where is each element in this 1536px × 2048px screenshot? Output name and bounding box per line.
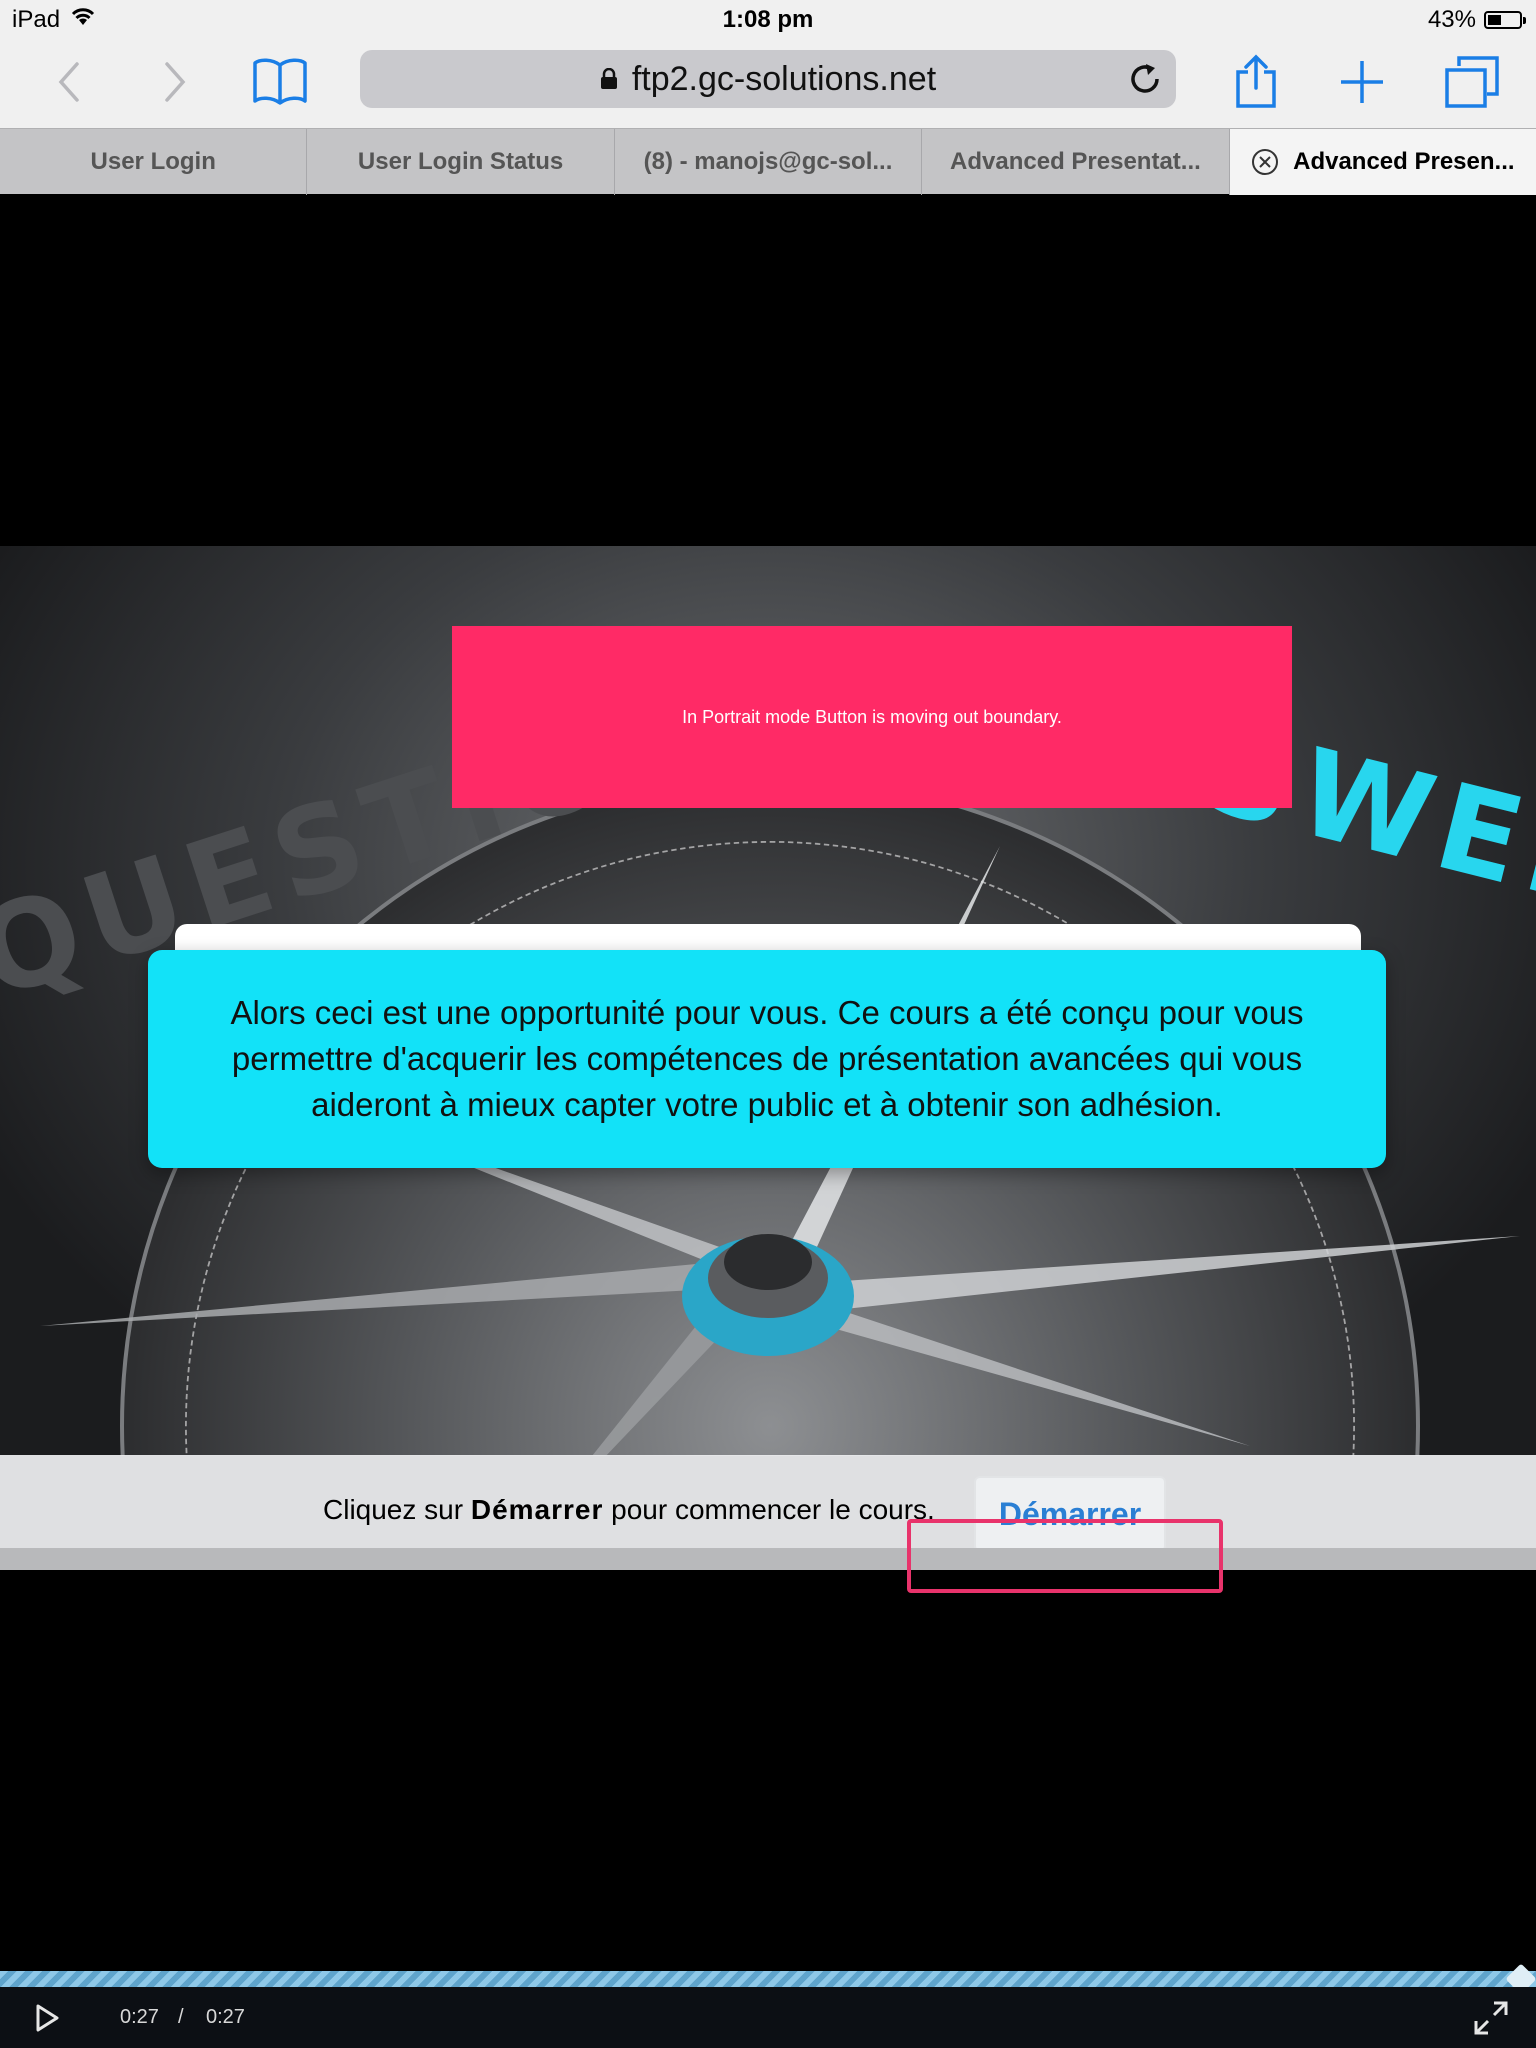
- status-right: 43%: [1427, 6, 1526, 34]
- course-slide: QUESTIONS ANSWERS In Portrait mode Butto…: [0, 546, 1536, 1456]
- bug-highlight-rectangle: [907, 1519, 1223, 1593]
- tabs-overview-button[interactable]: [1440, 50, 1504, 114]
- bug-annotation-note: In Portrait mode Button is moving out bo…: [452, 626, 1292, 808]
- new-tab-button[interactable]: [1330, 50, 1394, 114]
- safari-window: iPad 1:08 pm 43% ftp2.gc-solutions.net U…: [0, 0, 1536, 2048]
- close-tab-button[interactable]: [1251, 148, 1279, 176]
- tab-label: Advanced Presen...: [1293, 148, 1515, 175]
- tab-advanced-presentation[interactable]: Advanced Presentat...: [922, 129, 1230, 195]
- status-bar: iPad 1:08 pm 43%: [0, 0, 1536, 40]
- message-box: Alors ceci est une opportunité pour vous…: [148, 950, 1386, 1168]
- slide-bottom-strip: [0, 1548, 1536, 1570]
- bookmarks-button[interactable]: [248, 50, 312, 114]
- reload-icon: [1131, 64, 1159, 93]
- start-instruction: Cliquez sur Démarrer pour commencer le c…: [323, 1494, 935, 1526]
- tabs-icon: [1445, 56, 1499, 108]
- tab-label: User Login: [90, 148, 216, 175]
- battery-percent: 43%: [1427, 6, 1476, 33]
- lock-icon: [600, 68, 618, 90]
- tab-user-login[interactable]: User Login: [0, 129, 308, 195]
- player-controls: 0:27 / 0:27: [0, 1987, 1536, 2048]
- new-tab-icon: [1341, 61, 1383, 103]
- play-button[interactable]: [34, 2003, 60, 2039]
- tab-bar: User Login User Login Status (8) - manoj…: [0, 128, 1536, 195]
- battery-level: [1488, 15, 1501, 25]
- browser-toolbar: ftp2.gc-solutions.net: [0, 40, 1536, 128]
- tab-mail[interactable]: (8) - manojs@gc-sol...: [615, 129, 923, 195]
- message-text: Alors ceci est une opportunité pour vous…: [230, 994, 1304, 1123]
- status-time: 1:08 pm: [722, 6, 814, 33]
- forward-button[interactable]: [142, 50, 206, 114]
- reload-button[interactable]: [1126, 60, 1164, 98]
- tab-label: Advanced Presentat...: [950, 148, 1201, 175]
- instruction-prefix: Cliquez sur: [323, 1494, 471, 1525]
- play-icon: [36, 2004, 59, 2032]
- battery-icon: [1484, 11, 1526, 29]
- instruction-suffix: pour commencer le cours.: [603, 1494, 935, 1525]
- fullscreen-icon: [1474, 2001, 1508, 2035]
- duration: 0:27: [206, 2006, 245, 2028]
- current-time: 0:27: [120, 2006, 159, 2028]
- tab-label: (8) - manojs@gc-sol...: [643, 148, 893, 175]
- share-button[interactable]: [1224, 50, 1288, 114]
- instruction-bold: Démarrer: [470, 1494, 604, 1525]
- fullscreen-button[interactable]: [1474, 2001, 1508, 2041]
- share-icon: [1236, 54, 1276, 108]
- tab-advanced-presentation-active[interactable]: Advanced Presen...: [1229, 129, 1536, 195]
- url-text: ftp2.gc-solutions.net: [631, 59, 937, 98]
- close-icon: [1252, 149, 1279, 175]
- back-icon: [58, 62, 79, 102]
- tab-label: User Login Status: [357, 148, 564, 175]
- playback-progress-bar[interactable]: [0, 1971, 1536, 1987]
- address-bar[interactable]: ftp2.gc-solutions.net: [360, 50, 1176, 108]
- forward-icon: [165, 62, 186, 102]
- time-separator: /: [178, 2006, 184, 2028]
- back-button[interactable]: [38, 50, 102, 114]
- bookmarks-icon: [253, 58, 307, 105]
- tab-user-login-status[interactable]: User Login Status: [307, 129, 615, 195]
